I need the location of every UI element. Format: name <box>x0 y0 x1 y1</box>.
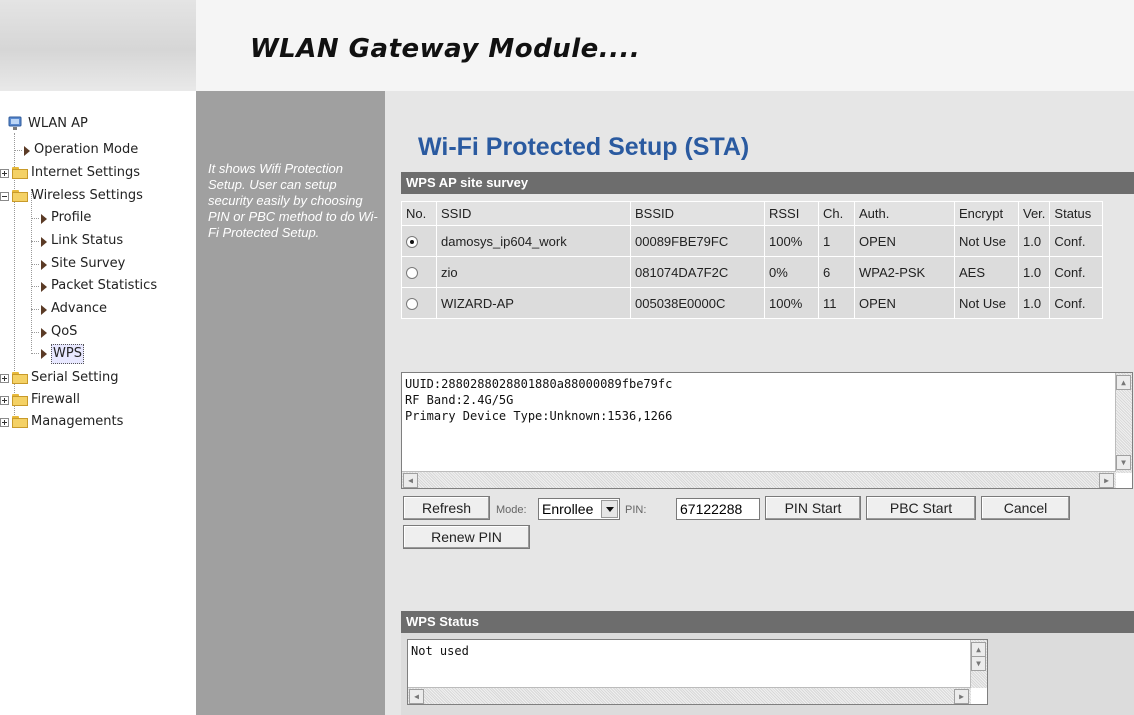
pbc-start-button[interactable]: PBC Start <box>866 496 976 520</box>
page-arrow-icon <box>41 349 47 359</box>
horizontal-scrollbar[interactable]: ◀ ▶ <box>402 471 1116 488</box>
column-header: SSID <box>436 201 631 226</box>
column-header: Ver. <box>1017 201 1051 226</box>
tree-item-serial-setting[interactable]: Serial Setting <box>0 369 190 387</box>
folder-open-icon <box>12 190 28 202</box>
tree-item-wps[interactable]: WPS <box>31 344 191 364</box>
device-info-textarea[interactable]: UUID:2880288028801880a88000089fbe79fc RF… <box>401 372 1133 489</box>
page-title: Wi-Fi Protected Setup (STA) <box>418 133 750 161</box>
page-arrow-icon <box>41 305 47 315</box>
survey-section-title: WPS AP site survey <box>401 172 1134 194</box>
tree-item-internet-settings[interactable]: Internet Settings <box>0 164 190 182</box>
folder-icon <box>12 416 28 428</box>
folder-icon <box>12 394 28 406</box>
tree-item-managements[interactable]: Managements <box>0 413 190 431</box>
wps-status-textarea[interactable]: Not used ▲ ▼ ◀ ▶ <box>407 639 988 705</box>
description-panel: It shows Wifi Protection Setup. User can… <box>196 91 385 715</box>
column-header: No. <box>401 201 437 226</box>
scroll-left-icon[interactable]: ◀ <box>409 689 424 704</box>
scroll-right-icon[interactable]: ▶ <box>1099 473 1114 488</box>
navigation-tree: WLAN AP Operation Mode Internet Settings… <box>0 91 196 715</box>
site-survey-table: No. SSID BSSID RSSI Ch. Auth. Encrypt Ve… <box>401 201 1104 319</box>
wps-status-text: Not used <box>411 644 469 658</box>
network-icon <box>8 116 22 130</box>
folder-icon <box>12 167 28 179</box>
expand-plus-icon[interactable] <box>0 169 9 178</box>
scroll-down-icon[interactable]: ▼ <box>971 656 986 671</box>
scroll-down-icon[interactable]: ▼ <box>1116 455 1131 470</box>
mode-label: Mode: <box>496 504 527 516</box>
table-row[interactable]: WIZARD-AP 005038E0000C 100% 11 OPEN Not … <box>401 287 1104 319</box>
table-row[interactable]: zio 081074DA7F2C 0% 6 WPA2-PSK AES 1.0 C… <box>401 256 1104 288</box>
table-header-row: No. SSID BSSID RSSI Ch. Auth. Encrypt Ve… <box>401 201 1104 226</box>
tree-root[interactable]: WLAN AP <box>8 115 188 133</box>
chevron-down-icon[interactable] <box>601 500 618 518</box>
tree-item-link-status[interactable]: Link Status <box>31 232 191 250</box>
header-title: WLAN Gateway Module.... <box>250 34 641 64</box>
mode-select-value: Enrollee <box>542 501 594 517</box>
tree-item-operation-mode[interactable]: Operation Mode <box>14 141 184 159</box>
vertical-scrollbar[interactable]: ▲ ▼ <box>1115 373 1132 473</box>
horizontal-scrollbar[interactable]: ◀ ▶ <box>408 687 971 704</box>
description-text: It shows Wifi Protection Setup. User can… <box>208 161 378 240</box>
tree-root-label: WLAN AP <box>28 116 88 131</box>
tree-item-packet-statistics[interactable]: Packet Statistics <box>31 277 191 295</box>
scroll-up-icon[interactable]: ▲ <box>971 642 986 657</box>
tree-item-advance[interactable]: Advance <box>31 300 191 318</box>
expand-plus-icon[interactable] <box>0 396 9 405</box>
column-header: Ch. <box>818 201 855 226</box>
expand-plus-icon[interactable] <box>0 418 9 427</box>
tree-item-firewall[interactable]: Firewall <box>0 391 190 409</box>
column-header: Auth. <box>854 201 955 226</box>
scroll-up-icon[interactable]: ▲ <box>1116 375 1131 390</box>
tree-item-qos[interactable]: QoS <box>31 323 191 341</box>
scroll-left-icon[interactable]: ◀ <box>403 473 418 488</box>
tree-item-wps-label: WPS <box>51 344 84 364</box>
ap-select-radio[interactable] <box>406 298 418 311</box>
page-arrow-icon <box>41 282 47 292</box>
page-arrow-icon <box>24 146 30 156</box>
renew-pin-button[interactable]: Renew PIN <box>403 525 530 549</box>
wps-status-section-title: WPS Status <box>401 611 1134 633</box>
pin-label: PIN: <box>625 504 647 516</box>
expand-plus-icon[interactable] <box>0 374 9 383</box>
pin-start-button[interactable]: PIN Start <box>765 496 861 520</box>
pin-input[interactable]: 67122288 <box>676 498 760 520</box>
scroll-right-icon[interactable]: ▶ <box>954 689 969 704</box>
page-arrow-icon <box>41 260 47 270</box>
tree-item-profile[interactable]: Profile <box>31 209 191 227</box>
device-info-text: UUID:2880288028801880a88000089fbe79fc RF… <box>405 377 673 423</box>
page-arrow-icon <box>41 328 47 338</box>
column-header: BSSID <box>630 201 765 226</box>
cancel-button[interactable]: Cancel <box>981 496 1070 520</box>
page-arrow-icon <box>41 214 47 224</box>
table-row[interactable]: damosys_ip604_work 00089FBE79FC 100% 1 O… <box>401 225 1104 257</box>
tree-item-site-survey[interactable]: Site Survey <box>31 255 191 273</box>
column-header: RSSI <box>764 201 819 226</box>
ap-select-radio[interactable] <box>406 236 418 249</box>
page-arrow-icon <box>41 237 47 247</box>
refresh-button[interactable]: Refresh <box>403 496 490 520</box>
collapse-minus-icon[interactable] <box>0 192 9 201</box>
ap-select-radio[interactable] <box>406 267 418 280</box>
tree-item-wireless-settings[interactable]: Wireless Settings <box>0 187 190 205</box>
column-header: Encrypt <box>954 201 1019 226</box>
vertical-scrollbar[interactable]: ▲ ▼ <box>970 640 987 688</box>
main-panel: Wi-Fi Protected Setup (STA) WPS AP site … <box>385 91 1134 715</box>
column-header: Status <box>1049 201 1104 226</box>
mode-select[interactable]: Enrollee <box>538 498 620 520</box>
header-logo-area <box>0 0 196 91</box>
folder-icon <box>12 372 28 384</box>
